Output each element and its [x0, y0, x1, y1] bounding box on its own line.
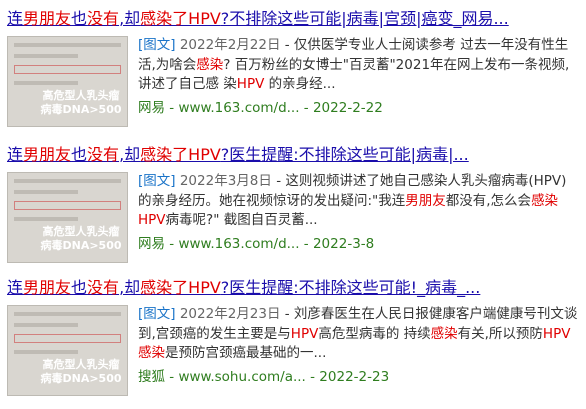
result-source[interactable]: 网易 - www.163.com/d... - 2022-3-8 [138, 235, 578, 254]
result-thumbnail[interactable]: 高危型人乳头瘤 病毒DNA>500 [7, 305, 128, 396]
snippet-text: 的亲身经... [264, 76, 336, 92]
result-snippet: [图文] 2022年3月8日 - 这则视频讲述了她自己感染人乳头瘤病毒(HPV)… [138, 172, 578, 231]
title-highlight: 感染了HPV [140, 9, 221, 28]
snippet-text: 是预防宫颈癌最基础的一... [165, 345, 327, 361]
title-text: 连 [7, 9, 24, 28]
title-text: ?医生提醒:不排除这些可能!_病毒_... [220, 278, 481, 297]
result-date: 2022年3月8日 [179, 173, 272, 189]
title-highlight: 男朋友 [23, 145, 72, 164]
result-date: 2022年2月22日 [179, 37, 281, 53]
title-highlight: 男朋友 [23, 9, 72, 28]
result-thumbnail[interactable]: 高危型人乳头瘤 病毒DNA>500 [7, 172, 128, 263]
result-source[interactable]: 网易 - www.163.com/d... - 2022-2-22 [138, 99, 578, 118]
thumbnail-caption: 高危型人乳头瘤 病毒DNA>500 [40, 358, 122, 385]
title-text: 也 [71, 9, 88, 28]
title-highlight: 感染了HPV [140, 278, 221, 297]
title-text: 也 [71, 145, 88, 164]
title-highlight: 男朋友 [23, 278, 72, 297]
title-highlight: 没有 [87, 9, 120, 28]
type-tag: [图文] [138, 306, 176, 322]
result-title-link[interactable]: 连男朋友也没有,却感染了HPV?医生提醒:不排除这些可能|病毒|... [7, 144, 582, 166]
title-text: 连 [7, 145, 24, 164]
snippet-text: 都没有,怎么会 [445, 192, 532, 209]
title-highlight: 没有 [87, 278, 120, 297]
result-snippet: [图文] 2022年2月23日 - 刘彦春医生在人民日报健康客户端健康号刊文谈到… [138, 305, 578, 364]
title-text: ,却 [119, 278, 141, 297]
result-snippet: [图文] 2022年2月22日 - 仅供医学专业人士阅读参考 过去一年没有性生活… [138, 36, 578, 95]
snippet-text: 有关,所以预防 [457, 325, 543, 342]
thumbnail-caption: 高危型人乳头瘤 病毒DNA>500 [40, 89, 122, 116]
snippet-highlight: 感染 [531, 192, 559, 209]
result-title-link[interactable]: 连男朋友也没有,却感染了HPV?不排除这些可能|病毒|宫颈|癌变_网易... [7, 8, 582, 30]
title-text: ?医生提醒:不排除这些可能|病毒|... [220, 145, 469, 164]
snippet-highlight: 男朋友 [405, 192, 446, 209]
result-thumbnail[interactable]: 高危型人乳头瘤 病毒DNA>500 [7, 36, 128, 127]
title-highlight: 感染了HPV [140, 145, 221, 164]
snippet-highlight: HPV [138, 212, 166, 228]
result-title-link[interactable]: 连男朋友也没有,却感染了HPV?医生提醒:不排除这些可能!_病毒_... [7, 277, 582, 299]
snippet-text: 高危型病毒的 持续 [318, 325, 431, 342]
thumbnail-document [14, 312, 121, 361]
snippet-highlight: 感染 [430, 325, 458, 342]
title-text: ,却 [119, 9, 141, 28]
thumbnail-caption: 高危型人乳头瘤 病毒DNA>500 [40, 225, 122, 252]
snippet-text: 病毒呢?" 截图自百灵蓄... [165, 212, 318, 228]
title-text: ?不排除这些可能|病毒|宫颈|癌变_网易... [220, 9, 509, 28]
title-highlight: 没有 [87, 145, 120, 164]
result-date: 2022年2月23日 [179, 306, 281, 322]
title-text: ,却 [119, 145, 141, 164]
title-text: 也 [71, 278, 88, 297]
title-text: 连 [7, 278, 24, 297]
type-tag: [图文] [138, 37, 176, 53]
type-tag: [图文] [138, 173, 176, 189]
result-source[interactable]: 搜狐 - www.sohu.com/a... - 2022-2-23 [138, 368, 578, 387]
snippet-highlight: HPV [236, 76, 265, 92]
thumbnail-document [14, 179, 121, 228]
snippet-highlight: HPV [290, 325, 319, 342]
snippet-highlight: 感染 [196, 56, 224, 73]
thumbnail-document [14, 43, 121, 92]
